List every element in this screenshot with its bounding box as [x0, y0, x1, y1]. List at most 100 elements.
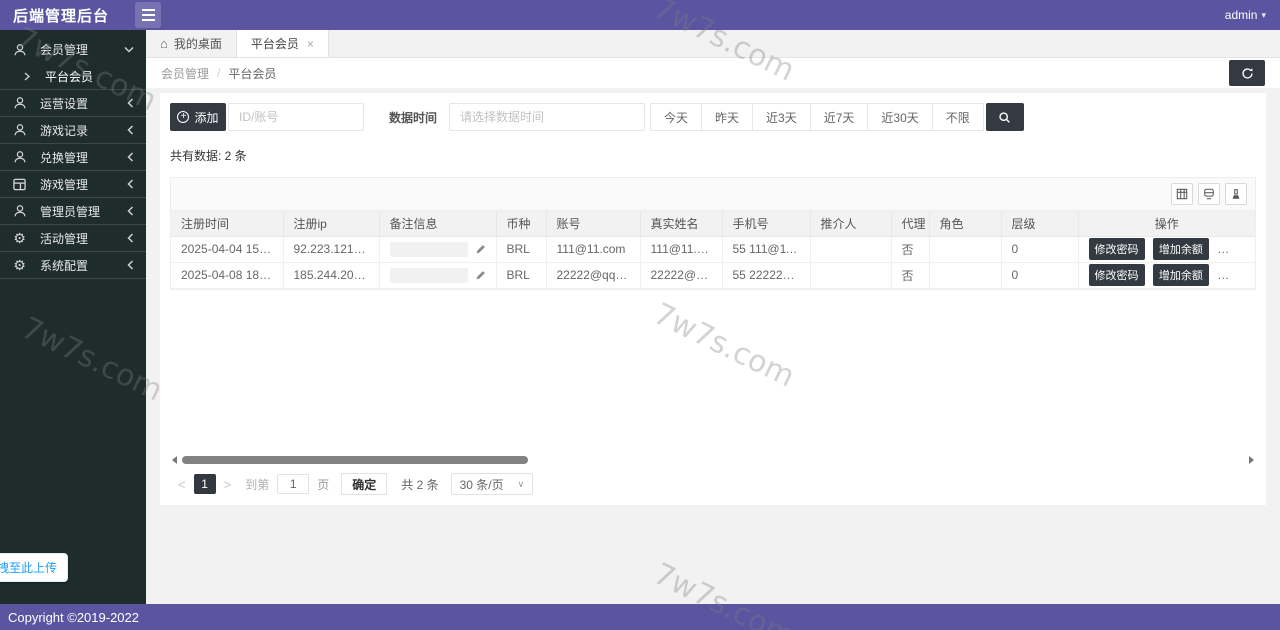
cell-role: [929, 262, 1001, 288]
id-account-input[interactable]: [228, 103, 364, 131]
change-password-button[interactable]: 修改密码: [1089, 238, 1145, 260]
sidebar-item-game-records[interactable]: 游戏记录: [0, 117, 146, 144]
quick-date-filters: 今天 昨天 近3天 近7天 近30天 不限: [651, 103, 984, 131]
scrollbar-thumb[interactable]: [182, 456, 528, 464]
sidebar-item-label: 运营设置: [40, 95, 88, 112]
search-toolbar: + 添加 数据时间 今天 昨天 近3天 近7天 近30天 不限: [170, 103, 1256, 131]
cell-role: [929, 236, 1001, 262]
quick-filter-30days[interactable]: 近30天: [867, 103, 932, 131]
user-icon: [12, 96, 27, 111]
export-button[interactable]: [1198, 183, 1220, 205]
columns-icon: [1176, 188, 1188, 200]
quick-filter-today[interactable]: 今天: [650, 103, 702, 131]
data-table: 注册时间 注册ip 备注信息 币种 账号 真实姓名 手机号 推介人 代理 角色 …: [170, 177, 1256, 290]
cell-remark: [379, 236, 496, 262]
arrow-right-icon: [24, 72, 30, 81]
cell-phone: 55 111@11.com: [722, 236, 810, 262]
cell-operations: 修改密码 增加余额 减少余额: [1078, 236, 1255, 262]
goto-page-input[interactable]: [277, 474, 309, 494]
cell-operations: 修改密码 增加余额 减少余额: [1078, 262, 1255, 288]
table-header-row: 注册时间 注册ip 备注信息 币种 账号 真实姓名 手机号 推介人 代理 角色 …: [171, 211, 1255, 236]
col-header-agent: 代理: [891, 211, 929, 236]
chevron-down-icon: ∨: [518, 479, 525, 490]
change-password-button[interactable]: 修改密码: [1089, 264, 1145, 286]
home-icon: ⌂: [160, 36, 168, 51]
admin-menu[interactable]: admin ▾: [1225, 8, 1266, 22]
tab-home[interactable]: ⌂ 我的桌面: [146, 30, 237, 57]
sidebar-item-activity-management[interactable]: ⚙ 活动管理: [0, 225, 146, 252]
quick-filter-yesterday[interactable]: 昨天: [701, 103, 753, 131]
date-label: 数据时间: [389, 109, 437, 126]
cell-level: 0: [1001, 236, 1078, 262]
user-icon: [12, 123, 27, 138]
sidebar-toggle-button[interactable]: [135, 2, 161, 28]
cell-currency: BRL: [496, 236, 546, 262]
caret-down-icon: ▾: [1261, 10, 1266, 21]
cell-agent: 否: [891, 262, 929, 288]
main-content: ⌂ 我的桌面 平台会员 × 会员管理 / 平台会员 + 添加 数据时间: [146, 30, 1280, 604]
print-icon: [1230, 188, 1242, 200]
sidebar-item-label: 游戏管理: [40, 176, 88, 193]
breadcrumb-parent[interactable]: 会员管理: [161, 65, 209, 82]
filter-columns-button[interactable]: [1171, 183, 1193, 205]
sidebar-item-platform-members[interactable]: 平台会员: [0, 63, 146, 90]
edit-pencil-icon[interactable]: [475, 244, 486, 255]
date-range-input[interactable]: [449, 103, 645, 131]
content-card: + 添加 数据时间 今天 昨天 近3天 近7天 近30天 不限 共有数据: 2 …: [160, 93, 1266, 505]
print-button[interactable]: [1225, 183, 1247, 205]
refresh-icon: [1241, 67, 1254, 80]
quick-filter-7days[interactable]: 近7天: [810, 103, 869, 131]
col-header-phone: 手机号: [722, 211, 810, 236]
chevron-left-icon: [127, 98, 134, 108]
cell-reg-ip: 92.223.121.237: [283, 236, 379, 262]
remark-placeholder: [390, 242, 468, 257]
total-count-label: 共 2 条: [401, 476, 438, 493]
horizontal-scrollbar[interactable]: [172, 455, 1254, 465]
chevron-left-icon: [127, 125, 134, 135]
sidebar-item-operation-settings[interactable]: 运营设置: [0, 90, 146, 117]
quick-filter-unlimited[interactable]: 不限: [932, 103, 984, 131]
per-page-select[interactable]: 30 条/页 ∨: [451, 473, 534, 495]
cell-reg-ip: 185.244.208.164: [283, 262, 379, 288]
refresh-button[interactable]: [1229, 60, 1265, 86]
scroll-right-arrow-icon[interactable]: [1249, 456, 1254, 464]
sidebar-item-member-management[interactable]: 会员管理: [0, 36, 146, 63]
scrollbar-track[interactable]: [180, 456, 1246, 464]
reduce-balance-button[interactable]: 减少余额: [1217, 264, 1255, 286]
scroll-left-arrow-icon[interactable]: [172, 456, 177, 464]
cell-currency: BRL: [496, 262, 546, 288]
add-button[interactable]: + 添加: [170, 103, 226, 131]
page-1-button[interactable]: 1: [194, 474, 216, 494]
upload-drop-hint[interactable]: 拽至此上传: [0, 553, 68, 582]
window-icon: [12, 177, 27, 192]
close-icon[interactable]: ×: [307, 37, 314, 51]
plus-icon: +: [177, 111, 189, 123]
sidebar-item-game-management[interactable]: 游戏管理: [0, 171, 146, 198]
sidebar-item-exchange-management[interactable]: 兑换管理: [0, 144, 146, 171]
col-header-real-name: 真实姓名: [640, 211, 722, 236]
add-balance-button[interactable]: 增加余额: [1153, 264, 1209, 286]
sidebar-item-system-config[interactable]: ⚙ 系统配置: [0, 252, 146, 279]
sidebar-item-admin-management[interactable]: 管理员管理: [0, 198, 146, 225]
chevron-down-icon: [124, 46, 134, 53]
search-button[interactable]: [986, 103, 1024, 131]
app-header: 后端管理后台 admin ▾: [0, 0, 1280, 30]
quick-filter-3days[interactable]: 近3天: [752, 103, 811, 131]
cell-account: 111@11.com: [546, 236, 640, 262]
tab-platform-members[interactable]: 平台会员 ×: [237, 30, 329, 57]
cell-agent: 否: [891, 236, 929, 262]
breadcrumb-separator: /: [217, 66, 220, 80]
cell-real-name: 22222@qq...: [640, 262, 722, 288]
table-row: 2025-04-04 15:57:57 92.223.121.237 BRL: [171, 236, 1255, 262]
prev-page-button[interactable]: <: [170, 477, 194, 492]
reduce-balance-button[interactable]: 减少余额: [1217, 238, 1255, 260]
user-icon: [12, 150, 27, 165]
add-balance-button[interactable]: 增加余额: [1153, 238, 1209, 260]
sidebar-item-label: 系统配置: [40, 257, 88, 274]
copyright-text: Copyright ©2019-2022: [0, 610, 139, 625]
next-page-button[interactable]: >: [216, 477, 240, 492]
confirm-button[interactable]: 确定: [341, 473, 387, 495]
cell-referrer: [810, 236, 891, 262]
chevron-left-icon: [127, 179, 134, 189]
edit-pencil-icon[interactable]: [475, 270, 486, 281]
